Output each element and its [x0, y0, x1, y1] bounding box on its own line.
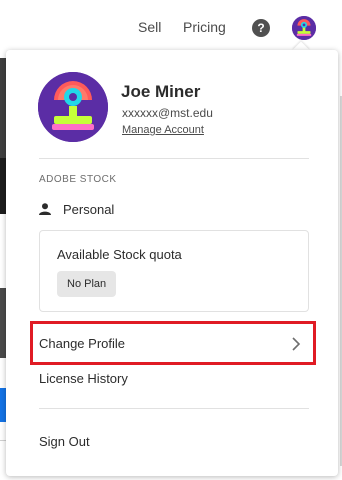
plan-badge: No Plan [57, 271, 117, 297]
profile-avatar [38, 72, 108, 142]
profile-label: Personal [63, 202, 115, 217]
sign-out-link[interactable]: Sign Out [39, 434, 90, 449]
quota-title: Available Stock quota [57, 247, 182, 262]
person-icon [39, 203, 51, 215]
change-profile-button[interactable]: Change Profile [30, 321, 316, 365]
account-menu-popover: Joe Miner xxxxxx@mst.edu Manage Account … [6, 50, 338, 476]
chevron-right-icon [292, 337, 301, 351]
license-history-link[interactable]: License History [39, 371, 128, 386]
section-label-adobe-stock: ADOBE STOCK [39, 174, 117, 185]
divider [39, 408, 309, 409]
manage-account-link[interactable]: Manage Account [122, 124, 204, 136]
top-navigation: Sell Pricing ? [0, 0, 342, 56]
nav-link-sell[interactable]: Sell [138, 19, 161, 35]
nav-link-pricing[interactable]: Pricing [183, 19, 226, 35]
user-email: xxxxxx@mst.edu [122, 106, 213, 120]
avatar-illustration-icon [292, 16, 316, 40]
help-icon[interactable]: ? [252, 19, 270, 37]
change-profile-label: Change Profile [39, 336, 125, 351]
user-name: Joe Miner [121, 82, 201, 101]
stock-quota-card: Available Stock quota No Plan [39, 230, 309, 312]
avatar[interactable] [292, 16, 316, 40]
divider [39, 158, 309, 159]
avatar-illustration-icon [38, 72, 108, 142]
